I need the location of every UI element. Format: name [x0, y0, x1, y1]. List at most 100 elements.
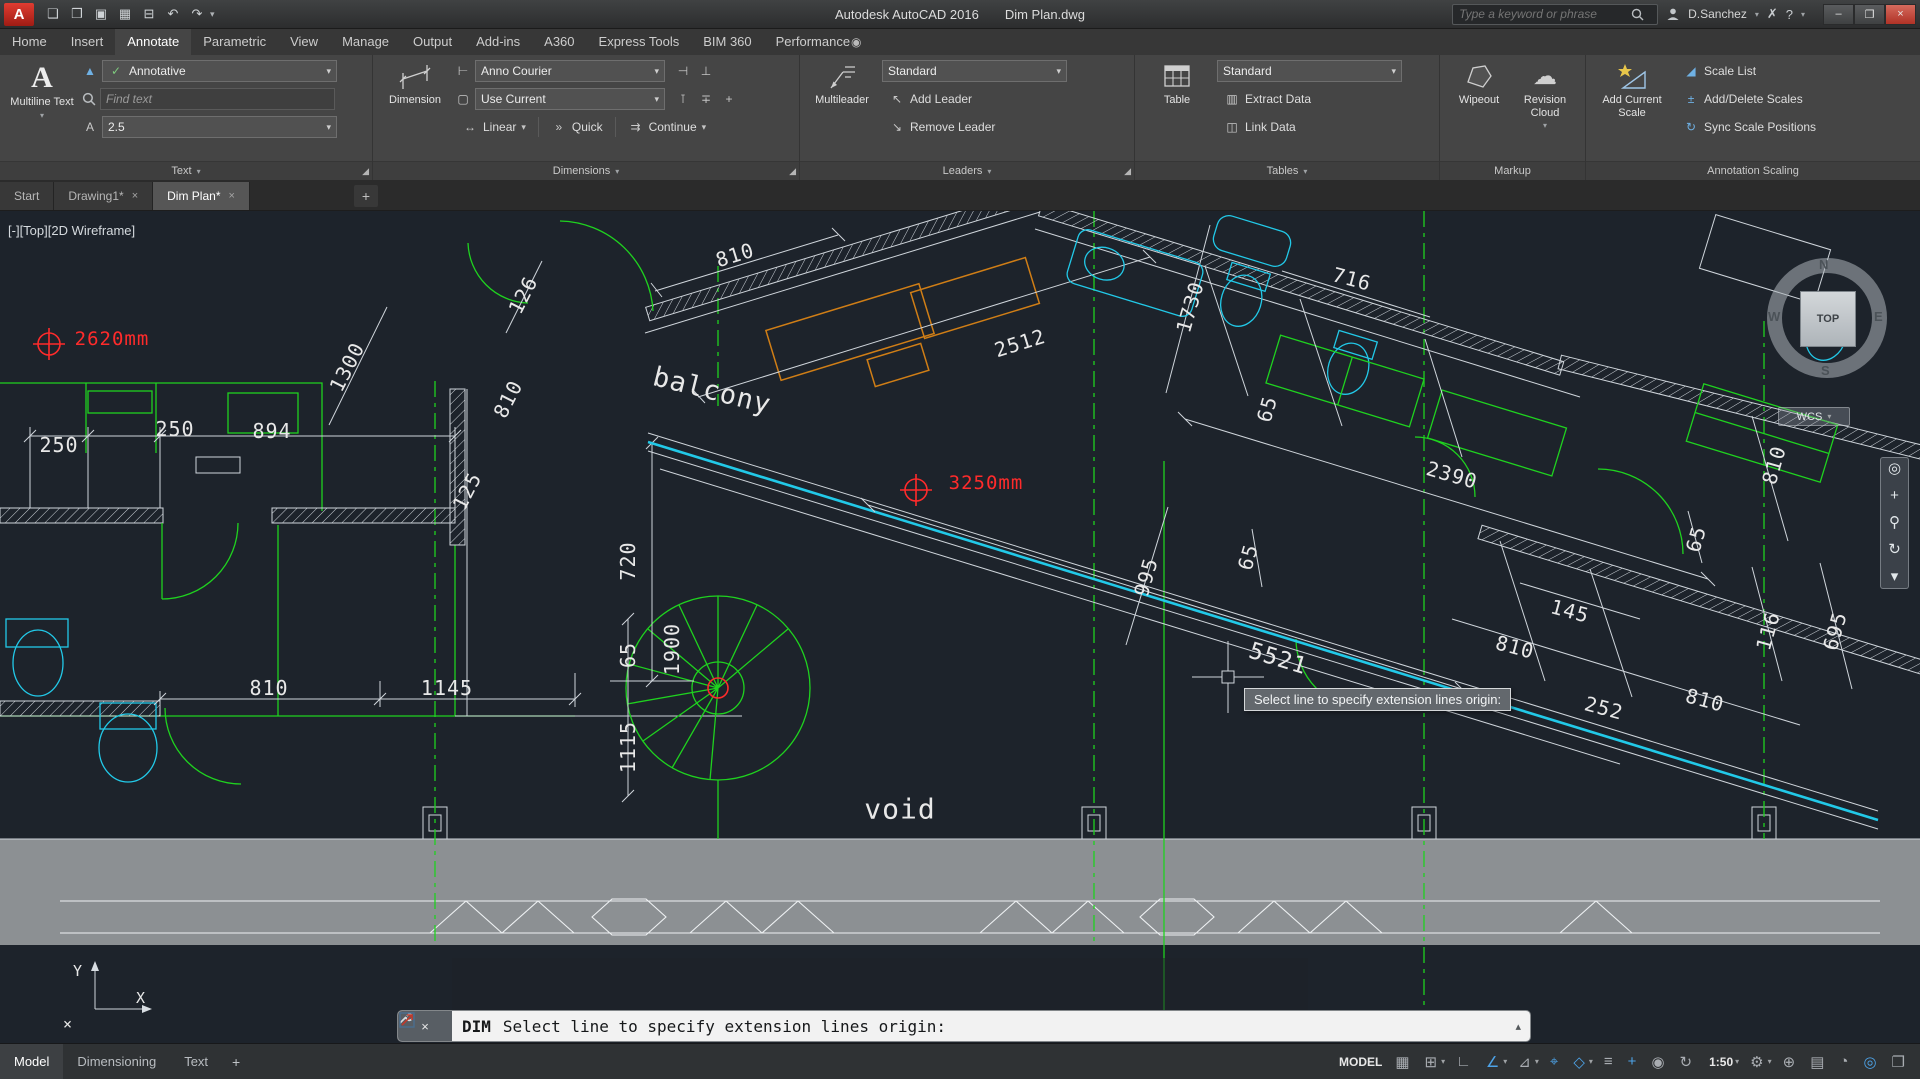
status-model-space[interactable]: MODEL	[1332, 1052, 1389, 1072]
panel-title-markup[interactable]: Markup	[1440, 161, 1585, 180]
menu-tab-view[interactable]: View	[278, 29, 330, 55]
status-snap-mode[interactable]: ⊞ ▾	[1420, 1050, 1451, 1074]
viewcube-north[interactable]: N	[1819, 257, 1828, 272]
menu-tab-a360[interactable]: A360	[532, 29, 586, 55]
dim-tool-icon[interactable]: ∓	[696, 89, 716, 109]
minimize-button[interactable]: –	[1823, 4, 1854, 25]
panel-launcher-icon[interactable]: ◢	[362, 166, 369, 177]
tab-close-icon[interactable]: ×	[229, 190, 235, 202]
dim-tool-icon[interactable]: ⊣	[673, 61, 693, 81]
orbit-icon[interactable]: ↻	[1888, 542, 1901, 558]
wcs-menu[interactable]: WCS ▾	[1778, 407, 1850, 426]
command-history-expand-icon[interactable]: ▴	[1515, 1020, 1521, 1033]
multiline-text-button[interactable]: A Multiline Text ▾	[6, 59, 78, 139]
add-current-scale-button[interactable]: Add Current Scale	[1592, 59, 1672, 139]
application-menu-button[interactable]: A	[4, 3, 34, 26]
tab-close-icon[interactable]: ×	[132, 190, 138, 202]
qat-save-icon[interactable]: ▣	[90, 4, 112, 24]
viewcube[interactable]: N W E S TOP	[1762, 253, 1892, 383]
status-object-snap[interactable]: ◇ ▾	[1568, 1050, 1598, 1074]
menu-tab-add-ins[interactable]: Add-ins	[464, 29, 532, 55]
status-annotation-visibility[interactable]: ◉	[1646, 1050, 1673, 1074]
panel-title-text[interactable]: Text ▾ ◢	[0, 161, 372, 180]
qat-new-icon[interactable]: ❑	[42, 4, 64, 24]
add-leader-button[interactable]: ↖ Add Leader	[882, 90, 979, 108]
text-height-combo[interactable]: 2.5 ▾	[102, 116, 337, 138]
menu-tab-performance[interactable]: Performance	[764, 29, 862, 55]
link-data-button[interactable]: ◫ Link Data	[1217, 118, 1303, 136]
menu-tab-output[interactable]: Output	[401, 29, 464, 55]
file-tab-dim-plan-[interactable]: Dim Plan* ×	[153, 182, 250, 210]
dim-tool-icon[interactable]: ⊥	[696, 61, 716, 81]
drawing-canvas[interactable]: 8101300126251217307166523908102502508948…	[0, 211, 1920, 1043]
panel-title-dimensions[interactable]: Dimensions ▾ ◢	[373, 161, 799, 180]
navbar-more-icon[interactable]: ▾	[1891, 569, 1899, 585]
status-annotation-monitor[interactable]: ⊕	[1778, 1050, 1805, 1074]
help-icon[interactable]: ?	[1786, 7, 1793, 22]
status-autoscale[interactable]: ↻	[1675, 1050, 1702, 1074]
add-delete-scales-button[interactable]: ± Add/Delete Scales	[1676, 90, 1810, 108]
zoom-icon[interactable]: ⚲	[1889, 515, 1900, 531]
sync-scale-positions-button[interactable]: ↻ Sync Scale Positions	[1676, 118, 1823, 136]
text-style-combo[interactable]: ✓ Annotative ▾	[102, 60, 337, 82]
status-ortho-mode[interactable]: ∟	[1451, 1050, 1480, 1073]
user-menu-dropdown-icon[interactable]: ▾	[1755, 10, 1759, 19]
menu-tab-parametric[interactable]: Parametric	[191, 29, 278, 55]
command-prompt[interactable]: DIM Select line to specify extension lin…	[462, 1017, 946, 1036]
status-clean-screen[interactable]: ❐	[1887, 1050, 1914, 1074]
layout-tab-dimensioning[interactable]: Dimensioning	[63, 1044, 170, 1079]
qat-undo-icon[interactable]: ↶	[162, 4, 184, 24]
menu-tab-express-tools[interactable]: Express Tools	[587, 29, 692, 55]
viewcube-top-face[interactable]: TOP	[1800, 291, 1856, 347]
dimension-button[interactable]: Dimension	[379, 59, 451, 139]
extract-data-button[interactable]: ▥ Extract Data	[1217, 90, 1318, 108]
status-lineweight[interactable]: ≡	[1599, 1050, 1622, 1073]
help-dropdown-icon[interactable]: ▾	[1801, 10, 1805, 19]
command-close-icon[interactable]: ×	[421, 1019, 429, 1034]
menu-tab-bim-360[interactable]: BIM 360	[691, 29, 763, 55]
qat-open-icon[interactable]: ❒	[66, 4, 88, 24]
multileader-button[interactable]: Multileader	[806, 59, 878, 139]
table-style-combo[interactable]: Standard ▾	[1217, 60, 1402, 82]
signed-in-user[interactable]: D.Sanchez	[1688, 7, 1747, 21]
exchange-apps-icon[interactable]: ✗	[1767, 6, 1778, 22]
qat-save-as-icon[interactable]: ▦	[114, 4, 136, 24]
status-isolate-objects[interactable]: ◔	[1834, 1050, 1857, 1073]
new-tab-button[interactable]: +	[354, 185, 378, 207]
file-tab-drawing1-[interactable]: Drawing1* ×	[54, 182, 153, 210]
layout-tab-text[interactable]: Text	[170, 1044, 222, 1079]
qat-plot-icon[interactable]: ⊟	[138, 4, 160, 24]
menu-tab-home[interactable]: Home	[0, 29, 59, 55]
viewport-view-control[interactable]: [Top]	[20, 223, 48, 238]
status-grid-display[interactable]: ▦	[1390, 1050, 1418, 1074]
viewcube-west[interactable]: W	[1768, 309, 1780, 324]
continue-dimension-button[interactable]: ⇉ Continue ▾	[621, 118, 714, 136]
menu-tab-manage[interactable]: Manage	[330, 29, 401, 55]
pan-icon[interactable]: +	[1890, 488, 1899, 504]
status-dynamic-input[interactable]: +	[1623, 1050, 1646, 1073]
qat-customize-icon[interactable]: ▾	[210, 9, 215, 20]
qat-redo-icon[interactable]: ↷	[186, 4, 208, 24]
file-tab-start[interactable]: Start ×	[0, 182, 54, 210]
status-polar-tracking[interactable]: ∠ ▾	[1481, 1050, 1512, 1074]
search-icon[interactable]	[1631, 8, 1644, 21]
panel-title-leaders[interactable]: Leaders ▾ ◢	[800, 161, 1134, 180]
dim-tool-icon[interactable]: ⊺	[673, 89, 693, 109]
remove-leader-button[interactable]: ↘ Remove Leader	[882, 118, 1002, 136]
close-button[interactable]: ×	[1885, 4, 1916, 25]
panel-launcher-icon[interactable]: ◢	[789, 166, 796, 177]
status-isometric-drafting[interactable]: ⊿ ▾	[1513, 1050, 1544, 1074]
scale-list-button[interactable]: ◢ Scale List	[1676, 62, 1763, 80]
wipeout-button[interactable]: Wipeout	[1446, 59, 1512, 130]
maximize-button[interactable]: ❐	[1854, 4, 1885, 25]
panel-title-annotation-scaling[interactable]: Annotation Scaling	[1586, 161, 1920, 180]
infocenter-toggle-icon[interactable]: ◉	[851, 29, 861, 55]
panel-title-tables[interactable]: Tables ▾	[1135, 161, 1439, 180]
quick-dimension-button[interactable]: » Quick	[544, 118, 610, 136]
status-quick-properties[interactable]: ▤	[1805, 1050, 1833, 1074]
revision-cloud-button[interactable]: ☁ Revision Cloud ▾	[1512, 59, 1578, 130]
viewport-visual-style-control[interactable]: [2D Wireframe]	[48, 223, 135, 238]
status-workspace-switching[interactable]: ⚙ ▾	[1745, 1050, 1776, 1074]
menu-tab-insert[interactable]: Insert	[59, 29, 116, 55]
search-input[interactable]	[1457, 6, 1631, 22]
